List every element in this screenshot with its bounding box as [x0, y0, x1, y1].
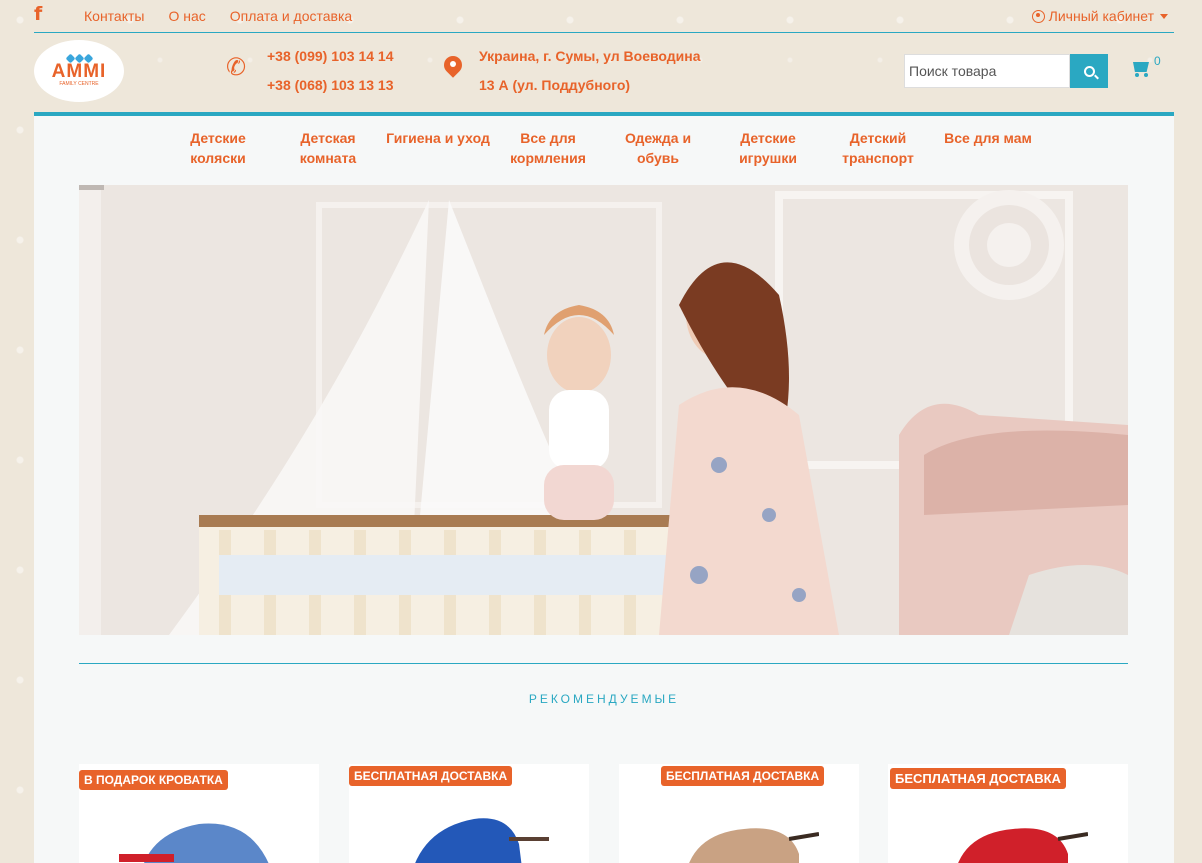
- logo[interactable]: AMMI FAMILY CENTRE: [34, 40, 124, 102]
- cart-icon: [1130, 60, 1150, 78]
- nav-item-feeding[interactable]: Все для кормления: [493, 128, 603, 168]
- logo-hands-icon: [65, 53, 93, 64]
- product-badge: В ПОДАРОК КРОВАТКА: [79, 770, 228, 790]
- search-input[interactable]: [904, 54, 1070, 88]
- about-link[interactable]: О нас: [168, 8, 205, 24]
- nav-item-moms[interactable]: Все для мам: [933, 128, 1043, 148]
- phone-icon: ✆: [226, 53, 247, 81]
- top-links: Контакты О нас Оплата и доставка: [84, 8, 352, 24]
- payment-delivery-link[interactable]: Оплата и доставка: [230, 8, 352, 24]
- recommended-title: РЕКОМЕНДУЕМЫЕ: [528, 692, 680, 706]
- top-bar: f Контакты О нас Оплата и доставка Личны…: [34, 0, 1174, 33]
- contacts-link[interactable]: Контакты: [84, 8, 144, 24]
- stroller-image: [958, 828, 1088, 863]
- section-divider: [79, 663, 1128, 664]
- nav-item-hygiene[interactable]: Гигиена и уход: [383, 128, 493, 148]
- search-icon: [1083, 65, 1095, 77]
- search-form: [904, 54, 1108, 88]
- nav-item-toys[interactable]: Детские игрушки: [713, 128, 823, 168]
- cart-count: 0: [1154, 54, 1161, 68]
- product-card[interactable]: БЕСПЛАТНАЯ ДОСТАВКА: [349, 764, 589, 863]
- phone-number-2[interactable]: +38 (068) 103 13 13: [267, 75, 417, 104]
- main-content: Детские коляски Детская комната Гигиена …: [34, 112, 1174, 863]
- stroller-image: [119, 823, 269, 863]
- account-label: Личный кабинет: [1048, 8, 1154, 24]
- address-line-1: Украина, г. Сумы, ул Воеводина: [479, 48, 701, 64]
- cart[interactable]: 0: [1130, 54, 1161, 78]
- product-card[interactable]: БЕСПЛАТНАЯ ДОСТАВКА: [619, 764, 859, 863]
- nav-item-clothing[interactable]: Одежда и обувь: [603, 128, 713, 168]
- nav-item-strollers[interactable]: Детские коляски: [163, 128, 273, 168]
- nav-item-transport[interactable]: Детский транспорт: [823, 128, 933, 168]
- product-card[interactable]: БЕСПЛАТНАЯ ДОСТАВКА: [888, 764, 1128, 863]
- product-grid: В ПОДАРОК КРОВАТКА БЕСПЛАТНАЯ ДОСТАВКА Б…: [79, 764, 1128, 863]
- product-badge: БЕСПЛАТНАЯ ДОСТАВКА: [890, 768, 1066, 789]
- account-dropdown[interactable]: Личный кабинет: [1031, 8, 1168, 24]
- facebook-icon[interactable]: f: [34, 3, 48, 25]
- location-pin-icon: [444, 56, 462, 80]
- product-badge: БЕСПЛАТНАЯ ДОСТАВКА: [661, 766, 825, 786]
- category-nav: Детские коляски Детская комната Гигиена …: [34, 128, 1174, 174]
- product-badge: БЕСПЛАТНАЯ ДОСТАВКА: [349, 766, 513, 786]
- search-button[interactable]: [1070, 54, 1108, 88]
- stroller-image: [689, 828, 819, 863]
- hero-image: [79, 185, 1128, 635]
- user-icon: [1031, 9, 1045, 23]
- product-card[interactable]: В ПОДАРОК КРОВАТКА: [79, 764, 319, 863]
- caret-down-icon: [1160, 13, 1168, 19]
- logo-subtitle: FAMILY CENTRE: [59, 81, 99, 87]
- phone-number-1[interactable]: +38 (099) 103 14 14: [267, 46, 417, 75]
- address-line-2: 13 А (ул. Поддубного): [479, 77, 631, 93]
- stroller-image: [415, 818, 549, 863]
- hero-banner[interactable]: [79, 185, 1128, 635]
- nav-item-kids-room[interactable]: Детская комната: [273, 128, 383, 168]
- header: AMMI FAMILY CENTRE ✆ +38 (099) 103 14 14…: [34, 34, 1174, 112]
- logo-name: AMMI: [51, 61, 107, 82]
